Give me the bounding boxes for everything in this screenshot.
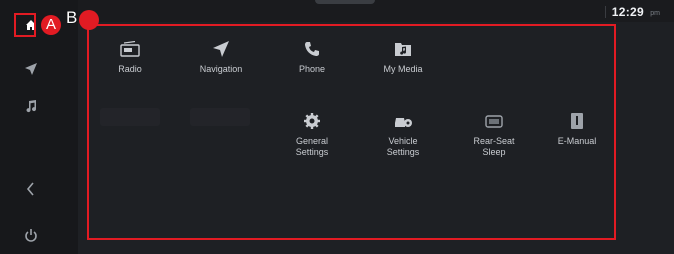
music-folder-icon xyxy=(367,38,439,60)
app-tile-label: Vehicle Settings xyxy=(386,136,420,157)
swipe-icon xyxy=(24,181,38,197)
radio-icon xyxy=(94,38,166,60)
app-tile-label: E-Manual xyxy=(557,136,597,146)
book-icon xyxy=(541,110,613,132)
callout-b-letter: B xyxy=(66,8,78,27)
app-tile-label: Rear-Seat Sleep xyxy=(473,136,515,157)
infotainment-screen: 12:29 pm A B Radio Navigation Phone My M… xyxy=(0,0,674,254)
sidebar-navigation-button[interactable] xyxy=(18,56,44,82)
sidebar-power-button[interactable] xyxy=(18,222,44,248)
app-tile-label: Radio xyxy=(118,64,142,74)
app-tile-rear-seat-sleep[interactable]: Rear-Seat Sleep xyxy=(458,110,530,158)
clock: 12:29 xyxy=(611,5,644,19)
clock-suffix: pm xyxy=(650,10,660,17)
sidebar xyxy=(0,0,78,254)
status-bar: 12:29 pm xyxy=(0,0,674,22)
sidebar-media-button[interactable] xyxy=(18,93,44,119)
app-tile-label: My Media xyxy=(383,64,423,74)
music-note-icon xyxy=(24,99,38,113)
app-tile-label: Phone xyxy=(298,64,326,74)
app-tile-label: Navigation xyxy=(199,64,243,74)
app-tile-general-settings[interactable]: General Settings xyxy=(276,110,348,158)
status-divider xyxy=(605,6,606,18)
app-tile-label: General Settings xyxy=(295,136,329,157)
ghost-tile xyxy=(100,108,160,126)
navigation-arrow-icon xyxy=(24,62,38,76)
app-tile-vehicle-settings[interactable]: Vehicle Settings xyxy=(367,110,439,158)
gear-icon xyxy=(276,110,348,132)
home-highlight-box xyxy=(14,13,36,37)
power-icon xyxy=(24,228,38,242)
top-handle[interactable] xyxy=(315,0,375,4)
app-tile-radio[interactable]: Radio xyxy=(94,38,166,75)
navigation-arrow-icon xyxy=(185,38,257,60)
car-gear-icon xyxy=(367,110,439,132)
app-tile-my-media[interactable]: My Media xyxy=(367,38,439,75)
app-tile-e-manual[interactable]: E-Manual xyxy=(541,110,613,147)
callout-a-badge: A xyxy=(41,15,61,35)
sidebar-swipe-button[interactable] xyxy=(18,176,44,202)
app-tile-phone[interactable]: Phone xyxy=(276,38,348,75)
rear-seat-icon xyxy=(458,110,530,132)
app-grid-highlight-box xyxy=(87,24,616,240)
app-tile-navigation[interactable]: Navigation xyxy=(185,38,257,75)
ghost-tile xyxy=(190,108,250,126)
phone-handset-icon xyxy=(276,38,348,60)
